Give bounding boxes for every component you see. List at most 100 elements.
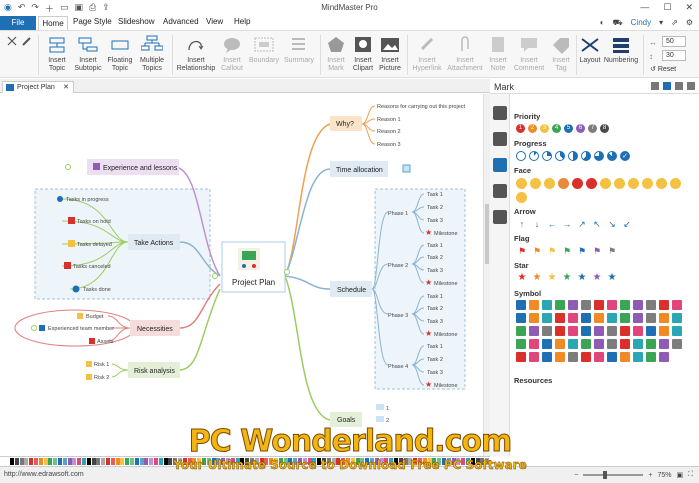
tab-close-icon[interactable]: ✕ [63,82,69,93]
progress-75-icon[interactable] [594,151,604,161]
color-swatch[interactable] [322,458,326,465]
website-link[interactable]: http://www.edrawsoft.com [4,471,84,478]
color-swatch[interactable] [173,458,178,465]
arrow-3-icon[interactable]: → [561,219,573,229]
color-swatch[interactable] [96,458,101,465]
symbol-40-icon[interactable] [529,339,539,349]
color-swatch[interactable] [240,458,245,465]
color-swatch[interactable] [168,458,173,465]
star-3-icon[interactable]: ★ [561,273,573,283]
star-0-icon[interactable]: ★ [516,273,528,283]
symbol-38-icon[interactable] [672,326,682,336]
star-6-icon[interactable]: ★ [606,273,618,283]
color-swatch[interactable] [77,458,82,465]
color-swatch[interactable] [154,458,158,465]
symbol-22-icon[interactable] [633,313,643,323]
progress-done-icon[interactable]: ✓ [620,151,630,161]
color-swatch[interactable] [221,458,226,465]
symbol-14-icon[interactable] [529,313,539,323]
outline-icon[interactable] [492,132,507,146]
color-swatch[interactable] [413,458,418,465]
color-swatch[interactable] [91,458,96,465]
color-swatch[interactable] [403,458,408,465]
menu-page-style[interactable]: Page Style [73,17,112,26]
insert-subtopic-button[interactable]: Insert Subtopic [72,35,104,73]
maximize-icon[interactable]: ☐ [663,2,671,13]
symbol-7-icon[interactable] [607,300,617,310]
symbol-2-icon[interactable] [542,300,552,310]
vertical-spacing-field[interactable]: 30 [662,50,686,61]
symbol-23-icon[interactable] [646,313,656,323]
symbol-20-icon[interactable] [607,313,617,323]
zoom-slider-knob[interactable] [603,471,608,479]
color-swatch[interactable] [288,458,293,465]
symbol-35-icon[interactable] [633,326,643,336]
insert-picture-button[interactable]: Insert Picture [376,35,404,73]
clipart-panel-icon[interactable] [492,184,507,198]
color-swatch[interactable] [269,458,274,465]
color-swatch[interactable] [422,458,427,465]
symbol-56-icon[interactable] [568,352,578,362]
color-swatch[interactable] [442,458,446,465]
wink-face-icon[interactable] [614,178,625,189]
star-4-icon[interactable]: ★ [576,273,588,283]
sleep-face-icon[interactable] [656,178,667,189]
symbol-46-icon[interactable] [607,339,617,349]
priority-5-icon[interactable]: 5 [564,124,573,133]
menu-view[interactable]: View [206,17,223,26]
flag-3-icon[interactable]: ⚑ [561,246,573,256]
symbol-27-icon[interactable] [529,326,539,336]
progress-50-icon[interactable] [568,151,578,161]
color-swatch[interactable] [461,458,466,465]
insert-attachment-button[interactable]: Insert Attachment [446,35,484,73]
color-swatch[interactable] [24,458,29,465]
arrow-6-icon[interactable]: ↘ [606,219,618,229]
visibility-icon[interactable] [687,82,695,90]
horizontal-spacing-field[interactable]: 50 [662,36,686,47]
symbol-42-icon[interactable] [555,339,565,349]
symbol-25-icon[interactable] [672,313,682,323]
color-swatch[interactable] [211,458,216,465]
star-1-icon[interactable]: ★ [531,273,543,283]
progress-25-icon[interactable] [542,151,552,161]
color-swatch[interactable] [158,458,163,465]
color-swatch[interactable] [202,458,206,465]
color-swatch[interactable] [178,458,182,465]
mark-panel-icon[interactable] [492,158,507,172]
symbol-50-icon[interactable] [659,339,669,349]
symbol-33-icon[interactable] [607,326,617,336]
progress-12-icon[interactable] [529,151,539,161]
arrow-0-icon[interactable]: ↑ [516,219,528,229]
symbol-37-icon[interactable] [659,326,669,336]
color-swatch[interactable] [446,458,451,465]
color-swatch[interactable] [245,458,250,465]
symbol-41-icon[interactable] [542,339,552,349]
floating-topic-button[interactable]: Floating Topic [105,35,135,73]
format-painter-button[interactable] [20,35,34,49]
color-swatch[interactable] [163,458,168,465]
flag-2-icon[interactable]: ⚑ [546,246,558,256]
insert-mark-button[interactable]: Insert Mark [322,35,350,73]
zoom-out-icon[interactable]: − [574,472,578,479]
mindmap-canvas[interactable]: ★ ★ ★ ★ Project Plan Why? Reasons for ca… [0,94,483,456]
symbol-10-icon[interactable] [646,300,656,310]
color-swatch[interactable] [370,458,374,465]
color-swatch[interactable] [206,458,211,465]
color-swatch[interactable] [149,458,154,465]
progress-62-icon[interactable] [581,151,591,161]
symbol-29-icon[interactable] [555,326,565,336]
grin-face-icon[interactable] [530,178,541,189]
color-swatch[interactable] [350,458,355,465]
canvas-vertical-scrollbar[interactable] [483,94,490,456]
symbol-5-icon[interactable] [581,300,591,310]
color-swatch[interactable] [466,458,470,465]
color-swatch[interactable] [120,458,125,465]
symbol-53-icon[interactable] [529,352,539,362]
color-swatch[interactable] [307,458,312,465]
color-swatch[interactable] [34,458,38,465]
color-swatch[interactable] [317,458,322,465]
cut-button[interactable] [4,35,20,49]
star-5-icon[interactable]: ★ [591,273,603,283]
insert-comment-button[interactable]: Insert Comment [512,35,546,73]
progress-37-icon[interactable] [555,151,565,161]
